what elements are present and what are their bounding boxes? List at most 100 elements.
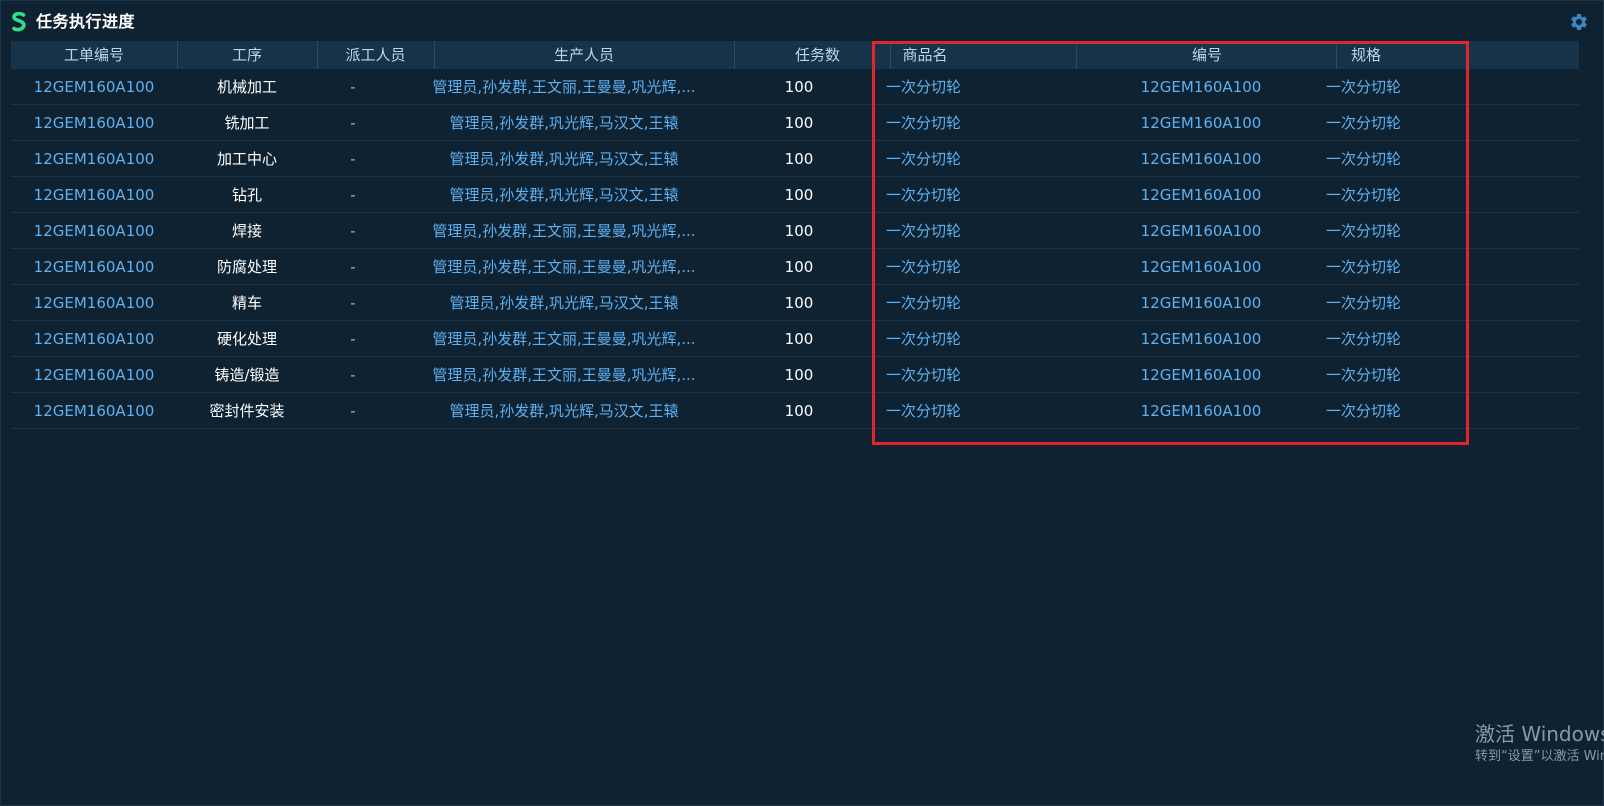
table-row[interactable]: 12GEM160A100 钻孔 - 管理员,孙发群,巩光辉,马汉文,王辕 100 一次分切… bbox=[11, 177, 1579, 213]
table-row[interactable]: 12GEM160A100 铣加工 - 管理员,孙发群,巩光辉,马汉文,王辕 100 一次分… bbox=[11, 105, 1579, 141]
cell-product-code: 12GEM160A100 bbox=[1140, 78, 1262, 96]
cell-spec: 一次分切轮 bbox=[1326, 366, 1402, 384]
cell-dispatcher: - bbox=[350, 114, 356, 132]
cell-dispatcher: - bbox=[350, 150, 356, 168]
panel-titlebar: 任务执行进度 bbox=[1, 1, 1604, 41]
cell-spec: 一次分切轮 bbox=[1326, 402, 1402, 420]
cell-product-name: 一次分切轮 bbox=[886, 330, 962, 348]
cell-production-staff: 管理员,孙发群,巩光辉,马汉文,王辕 bbox=[449, 402, 679, 420]
watermark-line-1: 激活 Windows bbox=[1475, 722, 1604, 746]
table-row[interactable]: 12GEM160A100 焊接 - 管理员,孙发群,王文丽,王曼曼,巩光辉,... 10… bbox=[11, 213, 1579, 249]
table-row[interactable]: 12GEM160A100 防腐处理 - 管理员,孙发群,王文丽,王曼曼,巩光辉,...… bbox=[11, 249, 1579, 285]
cell-product-code: 12GEM160A100 bbox=[1140, 294, 1262, 312]
cell-task-count: 100 bbox=[784, 114, 814, 132]
cell-work-order-no: 12GEM160A100 bbox=[33, 330, 155, 348]
cell-dispatcher: - bbox=[350, 186, 356, 204]
cell-spec: 一次分切轮 bbox=[1326, 294, 1402, 312]
column-divider[interactable] bbox=[1336, 41, 1337, 69]
gear-icon[interactable] bbox=[1569, 12, 1589, 32]
cell-work-order-no: 12GEM160A100 bbox=[33, 258, 155, 276]
cell-product-code: 12GEM160A100 bbox=[1140, 186, 1262, 204]
cell-product-code: 12GEM160A100 bbox=[1140, 402, 1262, 420]
column-header-production-staff[interactable]: 生产人员 bbox=[434, 41, 734, 69]
cell-work-order-no: 12GEM160A100 bbox=[33, 150, 155, 168]
cell-product-code: 12GEM160A100 bbox=[1140, 150, 1262, 168]
table-body: 12GEM160A100 机械加工 - 管理员,孙发群,王文丽,王曼曼,巩光辉,...… bbox=[11, 69, 1579, 429]
cell-product-name: 一次分切轮 bbox=[886, 366, 962, 384]
cell-product-code: 12GEM160A100 bbox=[1140, 330, 1262, 348]
cell-production-staff: 管理员,孙发群,王文丽,王曼曼,巩光辉,... bbox=[432, 258, 696, 276]
table-header: 工单编号 工序 派工人员 生产人员 任务数 商品名 编号 规格 bbox=[11, 41, 1579, 69]
cell-task-count: 100 bbox=[784, 402, 814, 420]
cell-product-code: 12GEM160A100 bbox=[1140, 222, 1262, 240]
column-header-product-code[interactable]: 编号 bbox=[1076, 41, 1338, 69]
cell-product-code: 12GEM160A100 bbox=[1140, 366, 1262, 384]
cell-production-staff: 管理员,孙发群,巩光辉,马汉文,王辕 bbox=[449, 114, 679, 132]
cell-work-order-no: 12GEM160A100 bbox=[33, 222, 155, 240]
cell-task-count: 100 bbox=[784, 186, 814, 204]
cell-work-order-no: 12GEM160A100 bbox=[33, 294, 155, 312]
cell-product-name: 一次分切轮 bbox=[886, 150, 962, 168]
cell-spec: 一次分切轮 bbox=[1326, 222, 1402, 240]
cell-production-staff: 管理员,孙发群,王文丽,王曼曼,巩光辉,... bbox=[432, 330, 696, 348]
table-row[interactable]: 12GEM160A100 机械加工 - 管理员,孙发群,王文丽,王曼曼,巩光辉,...… bbox=[11, 69, 1579, 105]
cell-work-order-no: 12GEM160A100 bbox=[33, 114, 155, 132]
cell-work-order-no: 12GEM160A100 bbox=[33, 78, 155, 96]
cell-dispatcher: - bbox=[350, 294, 356, 312]
cell-dispatcher: - bbox=[350, 402, 356, 420]
cell-process: 硬化处理 bbox=[216, 330, 277, 348]
task-progress-panel: 任务执行进度 工单编号 工序 派工人员 生产人员 任务数 商品名 编号 规格 1… bbox=[0, 0, 1604, 806]
table-row[interactable]: 12GEM160A100 精车 - 管理员,孙发群,巩光辉,马汉文,王辕 100 一次分切… bbox=[11, 285, 1579, 321]
cell-process: 焊接 bbox=[231, 222, 262, 240]
cell-dispatcher: - bbox=[350, 222, 356, 240]
cell-work-order-no: 12GEM160A100 bbox=[33, 402, 155, 420]
cell-process: 精车 bbox=[231, 294, 262, 312]
cell-task-count: 100 bbox=[784, 150, 814, 168]
column-header-process[interactable]: 工序 bbox=[177, 41, 317, 69]
cell-product-name: 一次分切轮 bbox=[886, 258, 962, 276]
cell-spec: 一次分切轮 bbox=[1326, 186, 1402, 204]
column-header-spec[interactable]: 规格 bbox=[1341, 41, 1391, 69]
cell-spec: 一次分切轮 bbox=[1326, 330, 1402, 348]
cell-production-staff: 管理员,孙发群,巩光辉,马汉文,王辕 bbox=[449, 186, 679, 204]
column-header-work-order-no[interactable]: 工单编号 bbox=[11, 41, 177, 69]
cell-process: 铸造/锻造 bbox=[214, 366, 280, 384]
cell-product-name: 一次分切轮 bbox=[886, 402, 962, 420]
cell-product-name: 一次分切轮 bbox=[886, 114, 962, 132]
cell-task-count: 100 bbox=[784, 330, 814, 348]
cell-product-code: 12GEM160A100 bbox=[1140, 258, 1262, 276]
panel-title: 任务执行进度 bbox=[36, 12, 136, 31]
column-header-dispatcher[interactable]: 派工人员 bbox=[317, 41, 434, 69]
cell-production-staff: 管理员,孙发群,巩光辉,马汉文,王辕 bbox=[449, 150, 679, 168]
column-header-task-count[interactable]: 任务数 bbox=[734, 41, 901, 69]
table-row[interactable]: 12GEM160A100 铸造/锻造 - 管理员,孙发群,王文丽,王曼曼,巩光辉,..… bbox=[11, 357, 1579, 393]
cell-dispatcher: - bbox=[350, 78, 356, 96]
cell-product-name: 一次分切轮 bbox=[886, 186, 962, 204]
windows-activation-watermark: 激活 Windows 转到“设置”以激活 Windows。 bbox=[1475, 721, 1604, 767]
column-header-product-name[interactable]: 商品名 bbox=[891, 41, 959, 69]
app-logo-icon bbox=[12, 12, 26, 32]
cell-task-count: 100 bbox=[784, 258, 814, 276]
cell-production-staff: 管理员,孙发群,王文丽,王曼曼,巩光辉,... bbox=[432, 78, 696, 96]
cell-spec: 一次分切轮 bbox=[1326, 78, 1402, 96]
table-row[interactable]: 12GEM160A100 硬化处理 - 管理员,孙发群,王文丽,王曼曼,巩光辉,...… bbox=[11, 321, 1579, 357]
cell-production-staff: 管理员,孙发群,巩光辉,马汉文,王辕 bbox=[449, 294, 679, 312]
cell-product-code: 12GEM160A100 bbox=[1140, 114, 1262, 132]
cell-task-count: 100 bbox=[784, 294, 814, 312]
cell-production-staff: 管理员,孙发群,王文丽,王曼曼,巩光辉,... bbox=[432, 222, 696, 240]
table-row[interactable]: 12GEM160A100 加工中心 - 管理员,孙发群,巩光辉,马汉文,王辕 100 一次… bbox=[11, 141, 1579, 177]
cell-production-staff: 管理员,孙发群,王文丽,王曼曼,巩光辉,... bbox=[432, 366, 696, 384]
cell-spec: 一次分切轮 bbox=[1326, 150, 1402, 168]
cell-spec: 一次分切轮 bbox=[1326, 258, 1402, 276]
cell-dispatcher: - bbox=[350, 330, 356, 348]
cell-dispatcher: - bbox=[350, 258, 356, 276]
cell-process: 钻孔 bbox=[231, 186, 262, 204]
table-row[interactable]: 12GEM160A100 密封件安装 - 管理员,孙发群,巩光辉,马汉文,王辕 100 一… bbox=[11, 393, 1579, 429]
cell-process: 防腐处理 bbox=[216, 258, 277, 276]
cell-task-count: 100 bbox=[784, 366, 814, 384]
cell-process: 加工中心 bbox=[216, 150, 277, 168]
cell-work-order-no: 12GEM160A100 bbox=[33, 186, 155, 204]
cell-task-count: 100 bbox=[784, 222, 814, 240]
cell-dispatcher: - bbox=[350, 366, 356, 384]
cell-product-name: 一次分切轮 bbox=[886, 222, 962, 240]
